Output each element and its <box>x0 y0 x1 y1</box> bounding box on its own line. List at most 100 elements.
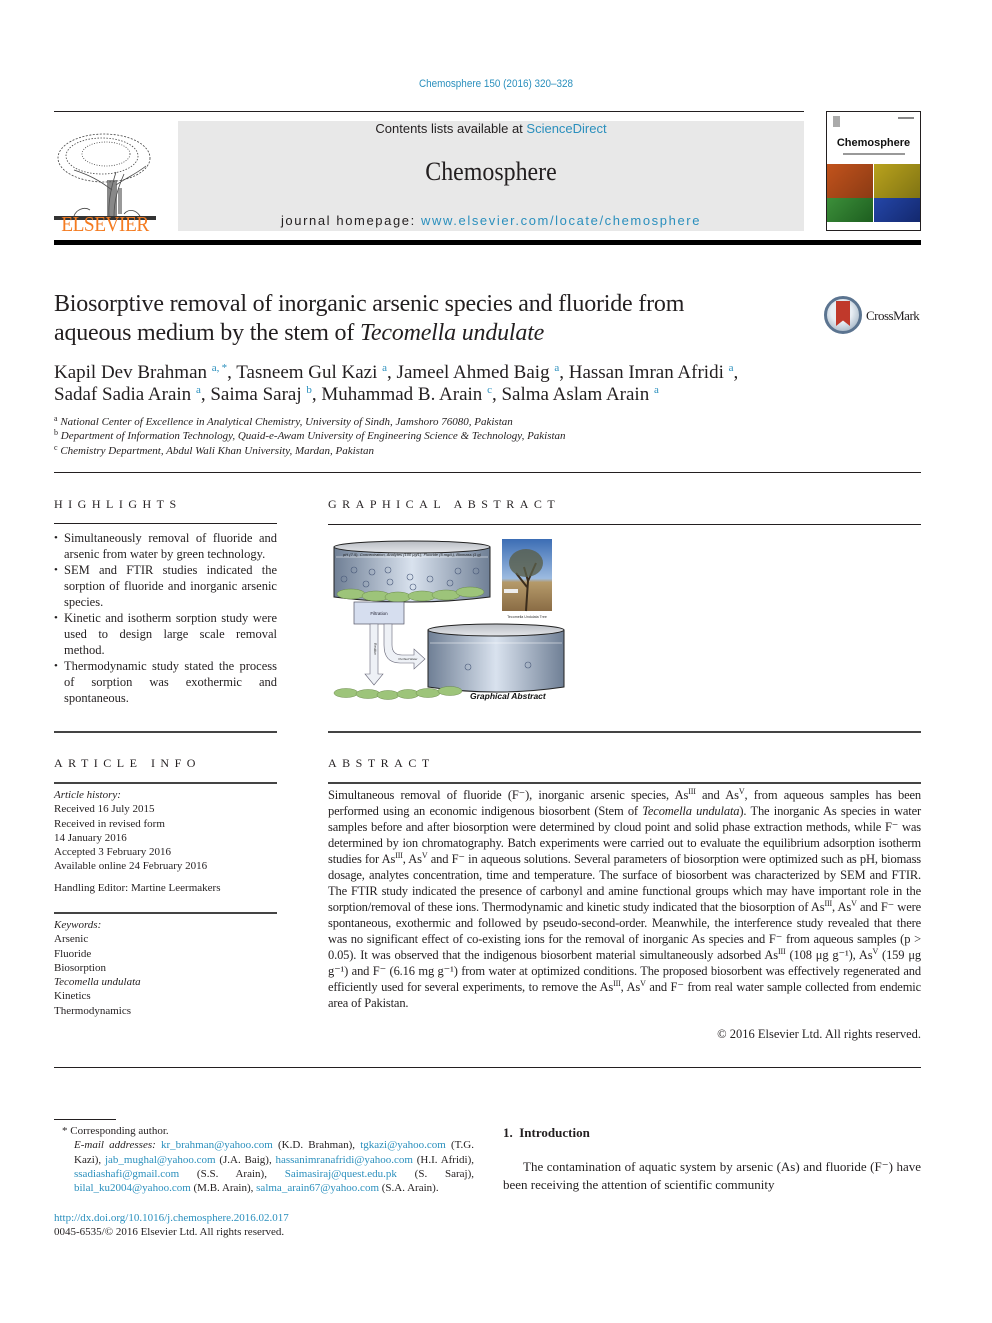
keyword: Thermodynamics <box>54 1004 131 1017</box>
history-revised-date: 14 January 2016 <box>54 831 127 844</box>
author-name[interactable]: Sadaf Sadia Arain <box>54 384 191 405</box>
cover-title: Chemosphere <box>836 137 911 149</box>
affiliation-key: c <box>54 443 58 452</box>
email-label: E-mail addresses: <box>74 1139 161 1152</box>
affiliation-c: c Chemistry Department, Abdul Wali Khan … <box>54 443 374 458</box>
journal-homepage-link[interactable]: www.elsevier.com/locate/chemosphere <box>421 213 701 228</box>
author-affil-ref[interactable]: a, * <box>212 362 227 374</box>
abstract-rule <box>328 782 921 784</box>
affiliation-b: b Department of Information Technology, … <box>54 428 566 443</box>
title-line-1: Biosorptive removal of inorganic arsenic… <box>54 291 685 317</box>
affiliation-a: a National Center of Excellence in Analy… <box>54 415 513 429</box>
author-name[interactable]: Saima Saraj <box>210 384 301 405</box>
email-link[interactable]: Saimasiraj@quest.edu.pk <box>285 1168 397 1180</box>
author-name[interactable]: Tasneem Gul Kazi <box>236 362 377 383</box>
author-affil-ref[interactable]: a <box>554 362 559 374</box>
residue-label: Residue <box>373 643 377 655</box>
species-name: Tecomella undulata <box>642 804 740 818</box>
abstract-body: Simultaneous removal of fluoride (F⁻), i… <box>328 787 921 1011</box>
email-owner: (J.A. Baig), <box>215 1153 276 1166</box>
journal-cover-thumbnail[interactable]: Chemosphere <box>826 111 921 231</box>
author-affil-ref[interactable]: b <box>306 384 312 396</box>
homepage-line: journal homepage: www.elsevier.com/locat… <box>178 213 804 228</box>
purified-water-label: Purified Water <box>399 657 418 661</box>
footnote-rule <box>54 1119 116 1120</box>
cover-elsevier-icon <box>833 116 840 127</box>
tank-conditions-label: pH (7.5), Concentration, Analytes (100 μ… <box>342 552 482 557</box>
author-affil-ref[interactable]: a <box>729 362 734 374</box>
elsevier-wordmark: ELSEVIER <box>61 212 149 236</box>
cover-leaf-green <box>827 198 873 222</box>
oxidation-state: III <box>688 787 696 796</box>
author-list: Kapil Dev Brahman a, *, Tasneem Gul Kazi… <box>54 362 739 405</box>
author-name[interactable]: Kapil Dev Brahman <box>54 362 207 383</box>
doi-block: http://dx.doi.org/10.1016/j.chemosphere.… <box>54 1211 474 1240</box>
oxidation-state: III <box>395 851 403 860</box>
history-accepted: Accepted 3 February 2016 <box>54 846 171 859</box>
history-revised-label: Received in revised form <box>54 817 165 830</box>
author-affil-ref[interactable]: a <box>382 362 387 374</box>
cover-issn <box>898 117 914 119</box>
cover-subtitle <box>843 153 905 155</box>
email-link[interactable]: hassanimranafridi@yahoo.com <box>275 1154 413 1166</box>
abstract-copyright: © 2016 Elsevier Ltd. All rights reserved… <box>717 1027 921 1041</box>
front-matter-bottom-rule <box>54 1067 921 1068</box>
highlight-item: Simultaneously removal of fluoride and a… <box>54 530 277 562</box>
journal-banner: Contents lists available at ScienceDirec… <box>178 121 804 231</box>
tree-caption: Tecomella Undulata Tree <box>507 615 547 619</box>
author-name[interactable]: Salma Aslam Arain <box>501 384 649 405</box>
keywords: Keywords: Arsenic Fluoride Biosorption T… <box>54 918 277 1018</box>
journal-citation-link[interactable]: Chemosphere 150 (2016) 320–328 <box>50 78 943 90</box>
keyword: Tecomella undulata <box>54 976 141 989</box>
oxidation-state: III <box>613 979 621 988</box>
email-addresses: E-mail addresses: kr_brahman@yahoo.com (… <box>54 1138 474 1195</box>
author-name[interactable]: Muhammad B. Arain <box>321 384 482 405</box>
graphical-abstract-figure[interactable]: pH (7.5), Concentration, Analytes (100 μ… <box>328 537 573 707</box>
sorption-tank: pH (7.5), Concentration, Analytes (100 μ… <box>333 540 491 603</box>
tecomella-tree-photo <box>502 539 552 612</box>
email-owner: (H.I. Afridi), <box>413 1153 474 1166</box>
email-link[interactable]: ssadiashafi@gmail.com <box>74 1168 179 1180</box>
author-name[interactable]: Hassan Imran Afridi <box>569 362 724 383</box>
email-owner: (S.A. Arain). <box>379 1182 439 1195</box>
abstract-text: , As <box>831 900 852 914</box>
cover-leaf-yellow <box>874 164 920 199</box>
keywords-rule <box>54 912 277 914</box>
author-name[interactable]: Jameel Ahmed Baig <box>397 362 550 383</box>
author-affil-ref[interactable]: a <box>654 384 659 396</box>
crossmark-badge[interactable]: CrossMark <box>824 296 924 336</box>
email-link[interactable]: kr_brahman@yahoo.com <box>161 1139 273 1151</box>
highlights-list: Simultaneously removal of fluoride and a… <box>54 530 277 706</box>
graphical-abstract-caption: Graphical Abstract <box>470 691 547 701</box>
abstract-text: , As <box>620 980 641 994</box>
affiliation-key: b <box>54 428 58 437</box>
introduction-heading: 1. Introduction <box>503 1125 590 1140</box>
sciencedirect-link[interactable]: ScienceDirect <box>526 121 606 136</box>
keyword: Fluoride <box>54 947 92 960</box>
article-title: Biosorptive removal of inorganic arsenic… <box>54 290 794 348</box>
email-link[interactable]: tgkazi@yahoo.com <box>360 1139 446 1151</box>
email-owner: (M.B. Arain), <box>190 1182 257 1195</box>
title-line-2: aqueous medium by the stem of <box>54 320 360 346</box>
issn-copyright: 0045-6535/© 2016 Elsevier Ltd. All right… <box>54 1226 285 1239</box>
email-owner: (S.S. Arain), <box>179 1167 285 1180</box>
graphical-abstract-rule <box>328 524 921 525</box>
email-link[interactable]: salma_arain67@yahoo.com <box>256 1182 379 1194</box>
oxidation-state: III <box>824 899 832 908</box>
doi-link[interactable]: http://dx.doi.org/10.1016/j.chemosphere.… <box>54 1212 289 1224</box>
title-species-name: Tecomella undulate <box>359 320 545 346</box>
email-link[interactable]: jab_mughal@yahoo.com <box>105 1154 216 1166</box>
article-info-rule <box>54 782 277 784</box>
header-rule <box>54 111 804 112</box>
history-received: Received 16 July 2015 <box>54 803 155 816</box>
author-affil-ref[interactable]: a <box>196 384 201 396</box>
abstract-text: and As <box>695 788 739 802</box>
email-link[interactable]: bilal_ku2004@yahoo.com <box>74 1182 191 1194</box>
corresponding-author-note: * Corresponding author. <box>62 1125 169 1137</box>
highlight-item: SEM and FTIR studies indicated the sorpt… <box>54 562 277 610</box>
author-affil-ref[interactable]: c <box>487 384 492 396</box>
cover-leaf-blue <box>874 198 920 222</box>
article-history: Article history: Received 16 July 2015 R… <box>54 788 277 895</box>
keyword: Biosorption <box>54 961 106 974</box>
article-history-label: Article history: <box>54 789 121 801</box>
